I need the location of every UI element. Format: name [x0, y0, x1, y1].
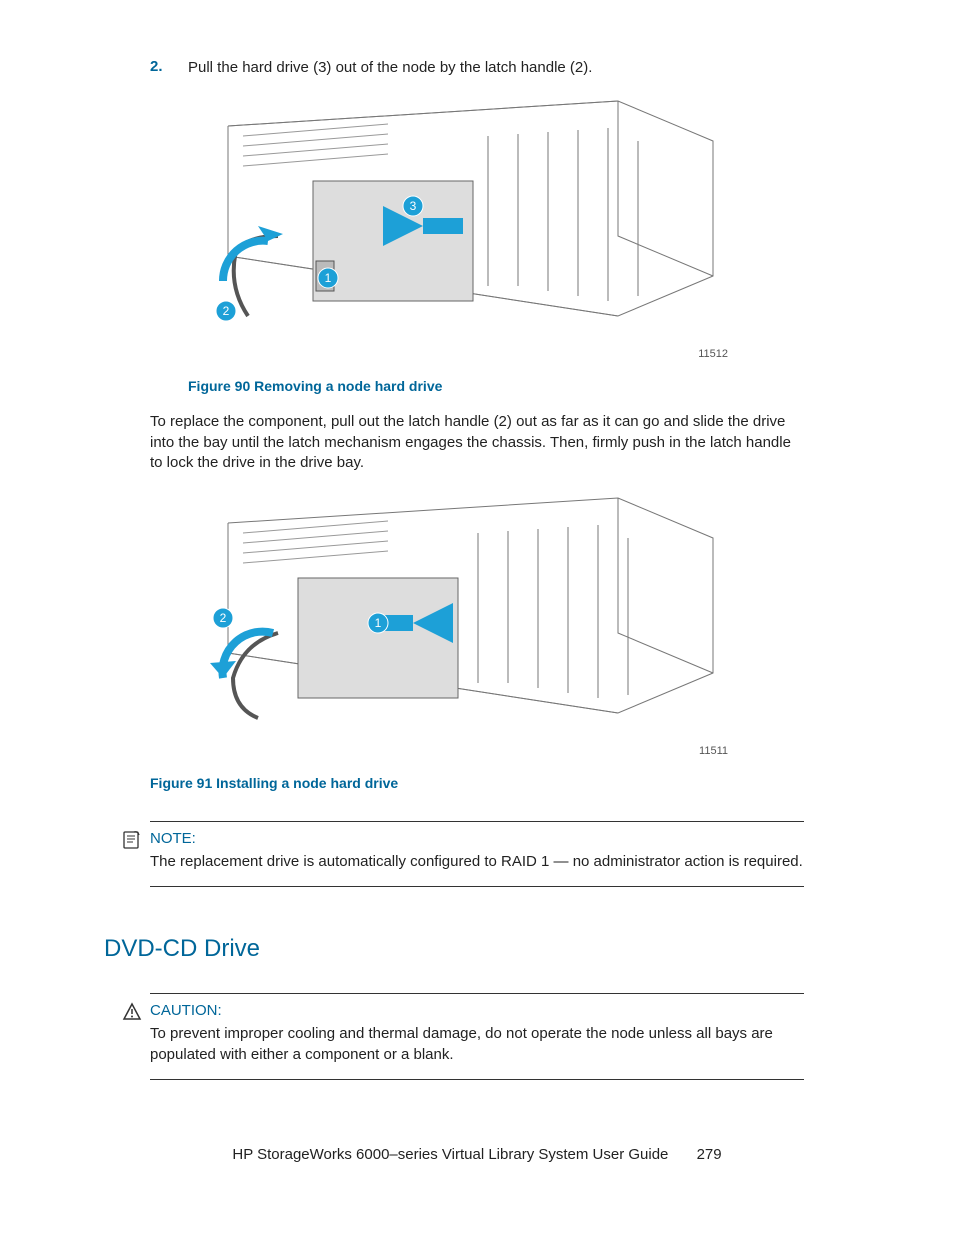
- callout-3: 3: [410, 199, 417, 213]
- figure-91-id: 11511: [188, 745, 728, 757]
- step-text: Pull the hard drive (3) out of the node …: [188, 58, 592, 78]
- note-block: NOTE: The replacement drive is automatic…: [150, 821, 804, 887]
- figure-91-caption: Figure 91 Installing a node hard drive: [150, 775, 804, 791]
- figure-90-caption: Figure 90 Removing a node hard drive: [188, 378, 804, 394]
- callout-2: 2: [220, 611, 227, 625]
- figure-91-image: 1 2: [188, 483, 728, 743]
- note-body: The replacement drive is automatically c…: [150, 852, 804, 872]
- note-icon: [122, 830, 142, 850]
- caution-block: CAUTION: To prevent improper cooling and…: [150, 993, 804, 1080]
- caution-title: CAUTION:: [150, 1002, 804, 1019]
- step-number: 2.: [150, 58, 188, 78]
- callout-1: 1: [375, 616, 382, 630]
- caution-icon: [122, 1002, 142, 1022]
- figure-91: 1 2 11511: [188, 483, 804, 757]
- figure-90-id: 11512: [188, 348, 728, 360]
- caution-body: To prevent improper cooling and thermal …: [150, 1024, 804, 1065]
- figure-90: 1 2 3 11512: [188, 86, 804, 360]
- footer-page-number: 279: [697, 1146, 722, 1163]
- note-title: NOTE:: [150, 830, 804, 847]
- page-footer: HP StorageWorks 6000–series Virtual Libr…: [0, 1146, 954, 1163]
- footer-title: HP StorageWorks 6000–series Virtual Libr…: [232, 1146, 668, 1163]
- section-heading-dvd-cd-drive: DVD-CD Drive: [104, 935, 804, 963]
- replace-paragraph: To replace the component, pull out the l…: [150, 412, 804, 473]
- page: 2. Pull the hard drive (3) out of the no…: [0, 0, 954, 1235]
- step-row: 2. Pull the hard drive (3) out of the no…: [150, 58, 804, 78]
- figure-90-image: 1 2 3: [188, 86, 728, 346]
- callout-1: 1: [325, 271, 332, 285]
- callout-2: 2: [223, 304, 230, 318]
